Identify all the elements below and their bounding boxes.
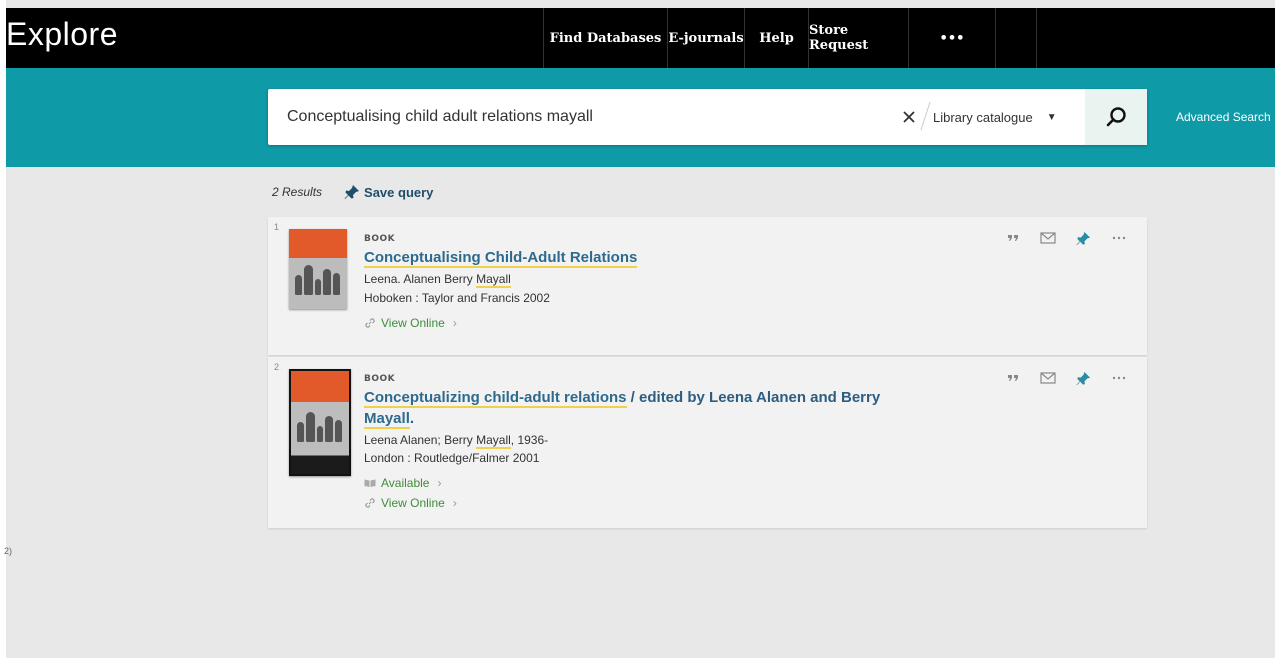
view-online-label: View Online [381,316,445,330]
clear-search-button[interactable] [896,103,922,131]
author-highlight: Mayall [476,272,511,288]
results-count: 2 Results [272,185,323,199]
quote-icon [1007,235,1018,241]
search-scope-label: Library catalogue [933,109,1033,125]
more-icon [1113,376,1126,380]
search-scope-dropdown[interactable]: Library catalogue ▼ [933,89,1083,145]
result-authors: Leena. Alanen Berry Mayall [364,272,511,288]
title-highlight: Conceptualising Child-Adult Relations [364,249,638,268]
result-number: 1 [274,222,280,232]
more-actions-button[interactable] [1108,229,1132,247]
author-highlight: Mayall [476,433,511,449]
link-icon [365,318,375,328]
result-card: 2 BOOK Conceptualizing child-adult relat… [268,357,1147,528]
email-icon [1040,372,1056,384]
availability-link[interactable]: Available › [364,476,441,490]
save-query-label: Save query [364,184,434,200]
result-title-link[interactable]: Conceptualizing child-adult relations / … [364,387,894,429]
resource-type: BOOK [364,234,396,244]
book-open-icon [364,479,376,487]
result-title-link[interactable]: Conceptualising Child-Adult Relations [364,247,894,268]
result-authors: Leena Alanen; Berry Mayall, 1936- [364,433,549,449]
pin-icon [1076,371,1091,385]
title-end: . [409,410,415,427]
result-actions [1001,369,1131,387]
email-button[interactable] [1037,229,1061,247]
cover-illustration [293,259,343,296]
save-query-button[interactable]: Save query [344,184,433,200]
cite-button[interactable] [1001,369,1025,387]
search-bar-area: Library catalogue ▼ Advanced Search [6,68,1275,167]
chevron-right-icon: › [437,476,442,490]
stray-text: 2) [4,546,13,556]
view-online-link[interactable]: View Online › [364,316,457,330]
author-text: Leena. Alanen Berry [364,272,473,286]
view-online-link[interactable]: View Online › [364,496,457,510]
pin-record-button[interactable] [1072,369,1096,387]
top-navigation-bar: Explore Find Databases E-journals Help S… [6,8,1275,68]
advanced-search-link[interactable]: Advanced Search [1176,110,1271,124]
resource-type: BOOK [364,374,396,384]
view-online-label: View Online [381,496,445,510]
book-cover-thumbnail[interactable] [289,369,351,476]
title-highlight-2: Mayall [364,410,410,429]
chevron-right-icon: › [452,316,457,330]
more-icon [1113,236,1126,240]
chevron-right-icon: › [452,496,457,510]
nav-more-menu[interactable]: ••• [908,8,995,68]
pin-icon [1076,231,1091,245]
author-dates: , 1936- [510,433,549,447]
search-input[interactable] [268,89,907,145]
quote-icon [1007,375,1018,381]
email-button[interactable] [1037,369,1061,387]
close-icon [903,111,915,123]
result-number: 2 [274,362,280,372]
title-highlight: Conceptualizing child-adult relations [364,389,627,408]
link-icon [365,498,375,508]
nav-empty-slot [995,8,1037,68]
nav-help[interactable]: Help [744,8,808,68]
result-actions [1001,229,1131,247]
caret-down-icon: ▼ [1046,111,1057,123]
search-box: Library catalogue ▼ [268,89,1147,145]
cover-illustration [295,406,345,443]
email-icon [1040,232,1056,244]
main-nav: Find Databases E-journals Help Store Req… [543,8,1037,68]
more-actions-button[interactable] [1108,369,1132,387]
title-rest: / edited by Leena Alanen and Berry [626,389,881,406]
result-publisher: London : Routledge/Falmer 2001 [364,451,540,465]
pin-record-button[interactable] [1072,229,1096,247]
book-cover-thumbnail[interactable] [289,229,347,309]
result-card: 1 BOOK Conceptualising Child-Adult Relat… [268,217,1147,355]
availability-label: Available [381,476,430,490]
pin-icon [344,185,360,199]
author-text: Leena Alanen; Berry [364,433,473,447]
brand-logo[interactable]: Explore [6,16,118,53]
nav-store-request[interactable]: Store Request [808,8,908,68]
cite-button[interactable] [1001,229,1025,247]
search-button[interactable] [1085,89,1147,145]
search-icon [1106,107,1126,127]
nav-find-databases[interactable]: Find Databases [543,8,667,68]
results-summary: 2 Results Save query [272,183,433,201]
nav-e-journals[interactable]: E-journals [667,8,744,68]
result-publisher: Hoboken : Taylor and Francis 2002 [364,291,550,305]
